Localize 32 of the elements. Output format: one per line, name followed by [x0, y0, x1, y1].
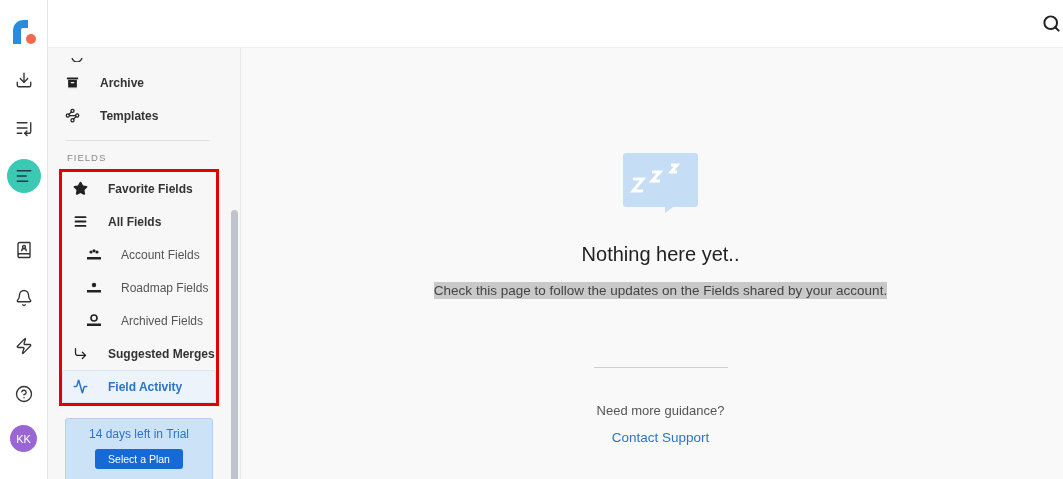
empty-description: Check this page to follow the updates on the Fields shared by your account.: [433, 282, 888, 299]
trial-text: 14 days left in Trial: [88, 427, 190, 441]
clock-icon: [71, 58, 83, 62]
star-icon: [73, 181, 88, 196]
contact-support-link[interactable]: Contact Support: [611, 430, 710, 445]
help-text: Need more guidance?: [596, 403, 725, 418]
search-icon[interactable]: [1042, 14, 1061, 33]
menu-icon: [73, 214, 88, 229]
sidebar-item[interactable]: Archive: [54, 66, 240, 99]
sidebar-item[interactable]: Templates: [54, 99, 240, 132]
sidebar-item[interactable]: Suggested Merges: [62, 337, 216, 370]
sleeping-chat-icon: [623, 153, 698, 213]
sidebar-item[interactable]: All Fields: [62, 205, 216, 238]
sidebar-item[interactable]: Favorite Fields: [62, 172, 216, 205]
person-outline-icon: [87, 314, 101, 327]
merge-arrow-icon: [73, 346, 88, 361]
sidebar-item[interactable]: Account Fields: [62, 238, 216, 271]
sidebar-item[interactable]: Archived Fields: [62, 304, 216, 337]
sidebar-item[interactable]: Field Activity: [62, 370, 216, 403]
archive-icon: [65, 75, 80, 90]
section-title: FIELDS: [66, 152, 108, 163]
people-icon: [87, 248, 101, 261]
select-plan-button[interactable]: Select a Plan: [95, 449, 183, 469]
fields-icon[interactable]: [6, 159, 41, 193]
logo-icon[interactable]: [10, 18, 37, 46]
person-icon: [87, 281, 101, 294]
scrollbar-thumb[interactable]: [231, 210, 238, 479]
nodes-icon: [65, 108, 80, 123]
activity-icon: [73, 379, 88, 394]
sidebar-item[interactable]: Roadmap Fields: [62, 271, 216, 304]
user-avatar[interactable]: KK: [10, 425, 37, 452]
empty-title: Nothing here yet..: [581, 243, 740, 266]
